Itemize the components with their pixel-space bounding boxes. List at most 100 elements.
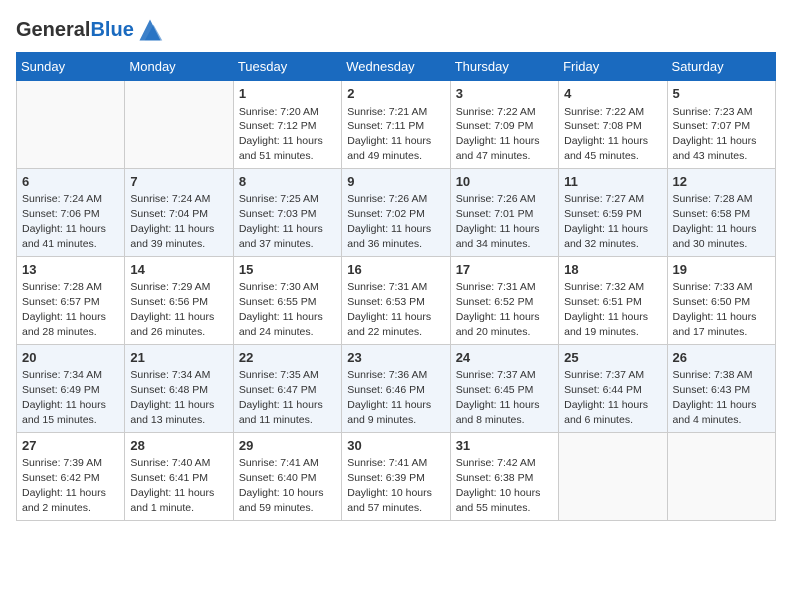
calendar-week-1: 1 Sunrise: 7:20 AM Sunset: 7:12 PM Daylig… (17, 81, 776, 169)
day-info: Sunrise: 7:33 AM Sunset: 6:50 PM Dayligh… (673, 281, 757, 338)
day-info: Sunrise: 7:40 AM Sunset: 6:41 PM Dayligh… (130, 457, 214, 514)
calendar-cell: 22Sunrise: 7:35 AM Sunset: 6:47 PM Dayli… (233, 344, 341, 432)
calendar-cell: 15Sunrise: 7:30 AM Sunset: 6:55 PM Dayli… (233, 256, 341, 344)
calendar-cell: 4Sunrise: 7:22 AM Sunset: 7:08 PM Daylig… (559, 81, 667, 169)
day-info: Sunrise: 7:24 AM Sunset: 7:04 PM Dayligh… (130, 193, 214, 250)
calendar-cell: 31 Sunrise: 7:42 AM Sunset: 6:38 PM Dayli… (450, 432, 558, 520)
logo: GeneralBlue (16, 16, 164, 44)
day-info: Sunrise: 7:25 AM Sunset: 7:03 PM Dayligh… (239, 193, 323, 250)
day-number: 30 (347, 437, 444, 455)
calendar-cell: 16 Sunrise: 7:31 AM Sunset: 6:53 PM Dayli… (342, 256, 450, 344)
day-info: Sunrise: 7:29 AM Sunset: 6:56 PM Dayligh… (130, 281, 214, 338)
day-number: 4 (564, 85, 661, 103)
calendar-cell (125, 81, 233, 169)
day-number: 5 (673, 85, 770, 103)
calendar-cell: 28 Sunrise: 7:40 AM Sunset: 6:41 PM Dayli… (125, 432, 233, 520)
calendar-week-4: 20 Sunrise: 7:34 AM Sunset: 6:49 PM Dayli… (17, 344, 776, 432)
calendar-week-5: 27 Sunrise: 7:39 AM Sunset: 6:42 PM Dayli… (17, 432, 776, 520)
day-number: 8 (239, 173, 336, 191)
day-number: 15 (239, 261, 336, 279)
day-info: Sunrise: 7:32 AM Sunset: 6:51 PM Dayligh… (564, 281, 648, 338)
calendar-header-row: SundayMondayTuesdayWednesdayThursdayFrid… (17, 53, 776, 81)
day-number: 27 (22, 437, 119, 455)
day-info: Sunrise: 7:23 AM Sunset: 7:07 PM Dayligh… (673, 106, 757, 163)
day-number: 21 (130, 349, 227, 367)
calendar-table: SundayMondayTuesdayWednesdayThursdayFrid… (16, 52, 776, 521)
day-info: Sunrise: 7:38 AM Sunset: 6:43 PM Dayligh… (673, 369, 757, 426)
day-info: Sunrise: 7:20 AM Sunset: 7:12 PM Dayligh… (239, 106, 323, 163)
calendar-cell: 5 Sunrise: 7:23 AM Sunset: 7:07 PM Daylig… (667, 81, 775, 169)
calendar-cell: 9 Sunrise: 7:26 AM Sunset: 7:02 PM Daylig… (342, 168, 450, 256)
day-number: 9 (347, 173, 444, 191)
calendar-cell: 20 Sunrise: 7:34 AM Sunset: 6:49 PM Dayli… (17, 344, 125, 432)
day-number: 24 (456, 349, 553, 367)
day-header-thursday: Thursday (450, 53, 558, 81)
calendar-cell: 23Sunrise: 7:36 AM Sunset: 6:46 PM Dayli… (342, 344, 450, 432)
logo-text: GeneralBlue (16, 19, 134, 41)
day-number: 16 (347, 261, 444, 279)
day-header-friday: Friday (559, 53, 667, 81)
day-number: 11 (564, 173, 661, 191)
calendar-cell: 10 Sunrise: 7:26 AM Sunset: 7:01 PM Dayli… (450, 168, 558, 256)
day-info: Sunrise: 7:28 AM Sunset: 6:58 PM Dayligh… (673, 193, 757, 250)
calendar-cell: 7 Sunrise: 7:24 AM Sunset: 7:04 PM Daylig… (125, 168, 233, 256)
calendar-cell: 29 Sunrise: 7:41 AM Sunset: 6:40 PM Dayli… (233, 432, 341, 520)
calendar-cell: 3 Sunrise: 7:22 AM Sunset: 7:09 PM Daylig… (450, 81, 558, 169)
day-info: Sunrise: 7:37 AM Sunset: 6:44 PM Dayligh… (564, 369, 648, 426)
calendar-cell: 17 Sunrise: 7:31 AM Sunset: 6:52 PM Dayli… (450, 256, 558, 344)
day-number: 18 (564, 261, 661, 279)
calendar-cell: 25 Sunrise: 7:37 AM Sunset: 6:44 PM Dayli… (559, 344, 667, 432)
day-info: Sunrise: 7:24 AM Sunset: 7:06 PM Dayligh… (22, 193, 106, 250)
day-number: 1 (239, 85, 336, 103)
calendar-cell: 26 Sunrise: 7:38 AM Sunset: 6:43 PM Dayli… (667, 344, 775, 432)
day-number: 31 (456, 437, 553, 455)
calendar-week-3: 13Sunrise: 7:28 AM Sunset: 6:57 PM Dayli… (17, 256, 776, 344)
page-header: GeneralBlue (16, 16, 776, 44)
day-number: 20 (22, 349, 119, 367)
day-info: Sunrise: 7:26 AM Sunset: 7:02 PM Dayligh… (347, 193, 431, 250)
day-number: 7 (130, 173, 227, 191)
day-info: Sunrise: 7:26 AM Sunset: 7:01 PM Dayligh… (456, 193, 540, 250)
day-info: Sunrise: 7:34 AM Sunset: 6:48 PM Dayligh… (130, 369, 214, 426)
day-number: 25 (564, 349, 661, 367)
day-header-monday: Monday (125, 53, 233, 81)
calendar-cell: 1 Sunrise: 7:20 AM Sunset: 7:12 PM Daylig… (233, 81, 341, 169)
calendar-cell: 11Sunrise: 7:27 AM Sunset: 6:59 PM Dayli… (559, 168, 667, 256)
calendar-week-2: 6 Sunrise: 7:24 AM Sunset: 7:06 PM Daylig… (17, 168, 776, 256)
day-info: Sunrise: 7:35 AM Sunset: 6:47 PM Dayligh… (239, 369, 323, 426)
day-number: 14 (130, 261, 227, 279)
day-number: 19 (673, 261, 770, 279)
day-number: 17 (456, 261, 553, 279)
logo-icon (136, 16, 164, 44)
calendar-cell: 14 Sunrise: 7:29 AM Sunset: 6:56 PM Dayli… (125, 256, 233, 344)
day-number: 23 (347, 349, 444, 367)
day-info: Sunrise: 7:34 AM Sunset: 6:49 PM Dayligh… (22, 369, 106, 426)
calendar-cell: 21 Sunrise: 7:34 AM Sunset: 6:48 PM Dayli… (125, 344, 233, 432)
calendar-cell: 24 Sunrise: 7:37 AM Sunset: 6:45 PM Dayli… (450, 344, 558, 432)
day-header-sunday: Sunday (17, 53, 125, 81)
day-info: Sunrise: 7:39 AM Sunset: 6:42 PM Dayligh… (22, 457, 106, 514)
calendar-cell: 18 Sunrise: 7:32 AM Sunset: 6:51 PM Dayli… (559, 256, 667, 344)
day-info: Sunrise: 7:31 AM Sunset: 6:53 PM Dayligh… (347, 281, 431, 338)
day-number: 26 (673, 349, 770, 367)
calendar-cell: 30Sunrise: 7:41 AM Sunset: 6:39 PM Dayli… (342, 432, 450, 520)
logo-general: General (16, 19, 90, 41)
logo-blue: Blue (90, 19, 133, 41)
day-info: Sunrise: 7:37 AM Sunset: 6:45 PM Dayligh… (456, 369, 540, 426)
day-number: 28 (130, 437, 227, 455)
day-info: Sunrise: 7:31 AM Sunset: 6:52 PM Dayligh… (456, 281, 540, 338)
day-header-wednesday: Wednesday (342, 53, 450, 81)
day-header-saturday: Saturday (667, 53, 775, 81)
calendar-cell: 6 Sunrise: 7:24 AM Sunset: 7:06 PM Daylig… (17, 168, 125, 256)
day-info: Sunrise: 7:41 AM Sunset: 6:40 PM Dayligh… (239, 457, 324, 514)
day-number: 2 (347, 85, 444, 103)
day-number: 10 (456, 173, 553, 191)
calendar-cell (17, 81, 125, 169)
day-number: 3 (456, 85, 553, 103)
day-number: 6 (22, 173, 119, 191)
day-number: 13 (22, 261, 119, 279)
day-number: 29 (239, 437, 336, 455)
day-info: Sunrise: 7:42 AM Sunset: 6:38 PM Dayligh… (456, 457, 541, 514)
day-number: 12 (673, 173, 770, 191)
day-info: Sunrise: 7:22 AM Sunset: 7:09 PM Dayligh… (456, 106, 540, 163)
